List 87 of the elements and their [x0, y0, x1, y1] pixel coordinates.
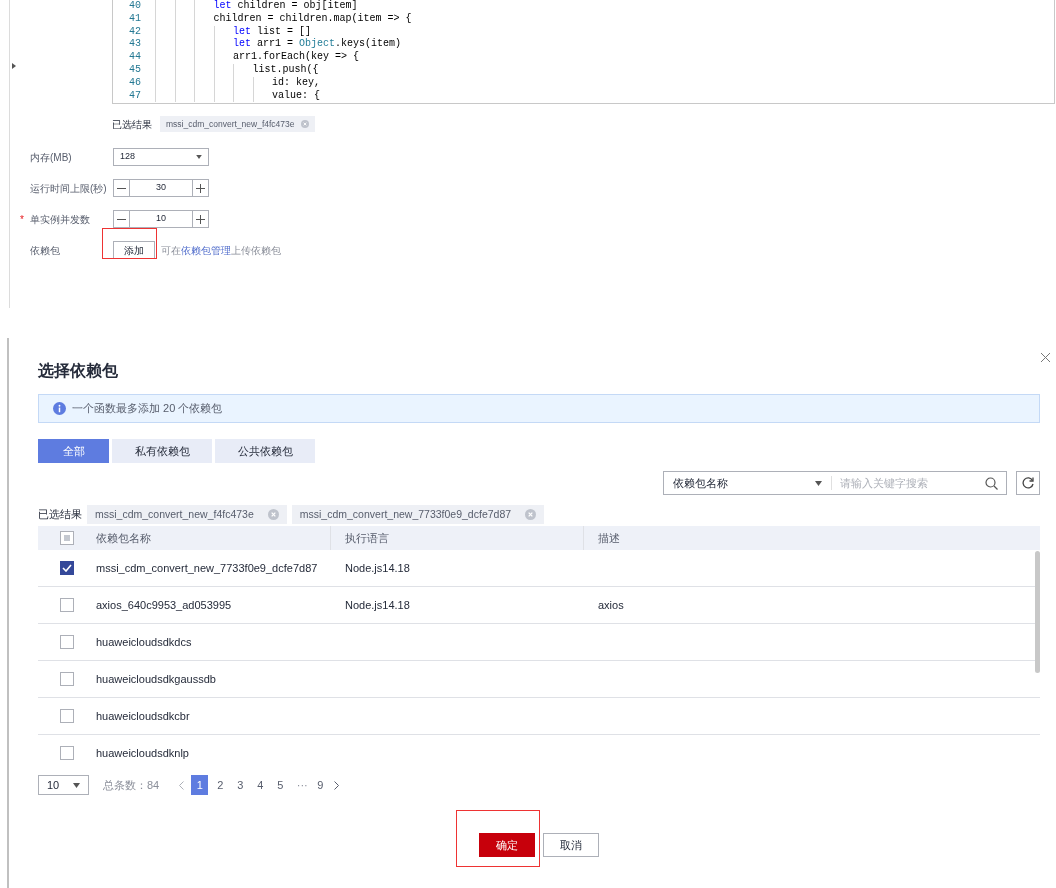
page-button[interactable]: 1: [191, 775, 209, 795]
search-field[interactable]: 依赖包名称 请输入关键字搜索: [663, 471, 1007, 495]
table-cell-text: huaweicloudsdkgaussdb: [96, 671, 217, 687]
filter-tab[interactable]: 全部: [38, 439, 109, 463]
tag-text: mssi_cdm_convert_new_f4fc473e: [166, 117, 295, 131]
selected-label: 已选结果: [38, 507, 82, 523]
table-cell-text: huaweicloudsdkcbr: [96, 708, 191, 724]
clear-icon[interactable]: [267, 509, 279, 520]
column-header: 描述: [583, 526, 1040, 550]
field-label: 运行时间上限(秒): [30, 181, 107, 196]
plus-icon: [196, 214, 205, 224]
filter-tab[interactable]: 私有依赖包: [112, 439, 212, 463]
field-label: 内存(MB): [30, 150, 72, 165]
dropdown-caret-icon: [73, 782, 80, 788]
checkbox[interactable]: [60, 561, 74, 575]
code-line: list.push({: [155, 64, 319, 77]
plus-icon: [196, 183, 205, 193]
column-header: 执行语言: [330, 526, 583, 550]
clear-icon[interactable]: [300, 120, 309, 128]
code-line: id: key,: [155, 76, 320, 90]
expand-triangle-icon: [12, 63, 16, 69]
line-number: 46: [128, 76, 142, 90]
field-label: 单实例并发数: [30, 212, 90, 227]
table-cell-text: mssi_cdm_convert_new_7733f0e9_dcfe7d87: [96, 560, 319, 576]
code-line: let children = obj[item]: [155, 0, 358, 13]
memory-select[interactable]: 128: [113, 148, 209, 166]
line-number: 44: [128, 51, 142, 64]
number-stepper[interactable]: 30: [113, 179, 209, 197]
refresh-button[interactable]: [1016, 471, 1040, 495]
table-cell: axios: [598, 598, 624, 611]
stepper-value: 30: [155, 181, 167, 195]
line-number: 42: [128, 25, 142, 39]
tag-text: mssi_cdm_convert_new_f4fc473e: [95, 506, 254, 522]
table-cell: Node.js14.18: [345, 561, 410, 574]
selected-label: 已选结果: [112, 117, 152, 132]
column-header: 依赖包名称: [96, 530, 152, 546]
line-number: 45: [128, 64, 142, 77]
code-line: value: {: [155, 89, 320, 103]
code-line: let list = []: [155, 25, 312, 39]
add-button[interactable]: 添加: [113, 241, 155, 259]
minus-icon: [117, 218, 126, 220]
clear-icon[interactable]: [525, 509, 537, 520]
code-line: let arr1 = Object.keys(item): [155, 38, 402, 52]
cancel-button[interactable]: 取消: [543, 833, 599, 857]
dropdown-caret-icon: [196, 155, 202, 159]
filter-select[interactable]: 依赖包名称: [664, 476, 832, 490]
notice-text: 一个函数最多添加 20 个依赖包: [72, 401, 223, 417]
line-number: 40: [128, 0, 142, 13]
next-icon[interactable]: [334, 780, 340, 790]
refresh-icon: [1022, 477, 1034, 489]
required-mark: *: [20, 212, 24, 227]
checkbox[interactable]: [60, 709, 74, 723]
pagination-ellipsis: ···: [295, 777, 309, 793]
line-number: 47: [128, 89, 142, 103]
checkbox[interactable]: [60, 635, 74, 649]
search-icon: [985, 476, 998, 490]
number-stepper[interactable]: 10: [113, 210, 209, 228]
line-number: 41: [128, 12, 142, 26]
dropdown-caret-icon: [815, 480, 822, 486]
previous-icon[interactable]: [179, 780, 185, 790]
info-icon: [53, 402, 66, 415]
check-icon: [62, 564, 72, 572]
table-cell-text: axios_640c9953_ad053995: [96, 597, 233, 613]
table-cell-text: huaweicloudsdknlp: [96, 745, 190, 761]
scrollbar[interactable]: [1035, 551, 1040, 673]
stepper-value: 10: [155, 212, 167, 226]
checkbox[interactable]: [60, 746, 74, 760]
checkbox[interactable]: [60, 598, 74, 612]
code-line: children = children.map(item => {: [155, 12, 412, 26]
tag-text: mssi_cdm_convert_new_7733f0e9_dcfe7d87: [299, 506, 512, 522]
table-cell: Node.js14.18: [345, 598, 410, 611]
field-label: 依赖包: [30, 243, 60, 258]
dialog-title: 选择依赖包: [38, 361, 118, 381]
manage-link[interactable]: 依赖包管理: [181, 244, 231, 256]
checkbox[interactable]: [60, 672, 74, 686]
minus-icon: [117, 187, 126, 189]
code-editor[interactable]: 40 let children = obj[item] 41 children = children.map(item => { 42 let list = [] 43 let arr1 = Object.keys(item) 44 arr1.forEach(key => { 45 list.push({ 46 id: key, 47 value: {: [112, 0, 1055, 104]
close-icon[interactable]: [1041, 353, 1050, 362]
page-size-select[interactable]: 10: [38, 775, 89, 795]
filter-tab[interactable]: 公共依赖包: [215, 439, 315, 463]
hint-text: 可在依赖包管理上传依赖包: [161, 243, 281, 258]
line-number: 43: [128, 38, 142, 52]
table-cell-text: huaweicloudsdkdcs: [96, 634, 193, 650]
code-line: arr1.forEach(key => {: [155, 51, 360, 64]
checkbox[interactable]: [60, 531, 74, 545]
confirm-button[interactable]: 确定: [479, 833, 535, 857]
total-count: 总条数：84: [103, 777, 160, 793]
